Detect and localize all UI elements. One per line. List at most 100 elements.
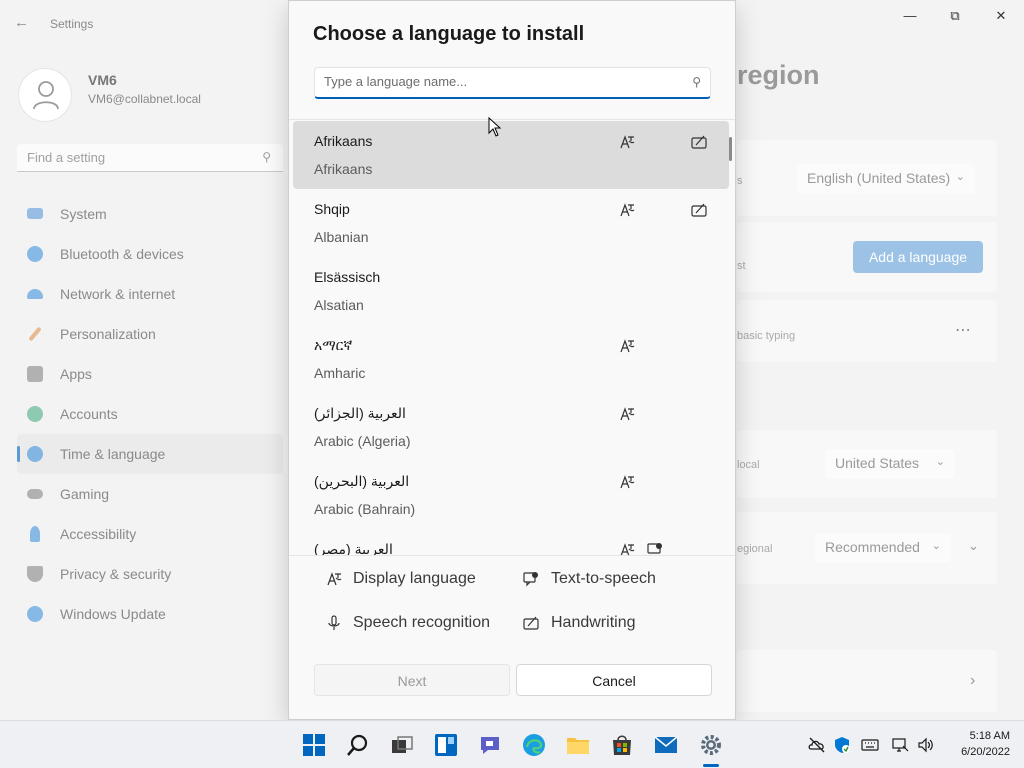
update-icon <box>27 606 43 622</box>
language-row-amharic[interactable]: አማርኛ Amharic <box>293 325 729 393</box>
search-icon: ⚲ <box>692 75 701 89</box>
language-row-afrikaans[interactable]: Afrikaans Afrikaans <box>293 121 729 189</box>
language-english-name: Arabic (Algeria) <box>314 433 411 449</box>
language-row-alsatian[interactable]: Elsässisch Alsatian <box>293 257 729 325</box>
display-language-icon <box>620 475 635 489</box>
language-native-name: Afrikaans <box>314 133 373 149</box>
globe-clock-icon <box>27 446 43 462</box>
close-button[interactable]: ✕ <box>978 8 1024 28</box>
legend-speech-recognition: Speech recognition <box>353 614 490 631</box>
minimize-button[interactable]: — <box>887 8 933 28</box>
bluetooth-icon <box>27 246 43 262</box>
network-icon[interactable] <box>891 736 909 754</box>
country-region-card: local United States ⌄ <box>737 430 997 498</box>
task-view-icon[interactable] <box>390 733 414 757</box>
avatar <box>18 68 72 122</box>
next-button[interactable]: Next <box>314 664 510 696</box>
dropdown-value: United States <box>835 455 920 471</box>
sidebar-item-apps[interactable]: Apps <box>17 354 283 394</box>
chat-icon[interactable] <box>478 733 502 757</box>
clock-time[interactable]: 5:18 AM <box>950 730 1010 742</box>
language-native-name: አማርኛ <box>314 337 353 353</box>
start-icon[interactable] <box>302 733 326 757</box>
sidebar-item-label: System <box>60 206 107 222</box>
cancel-button[interactable]: Cancel <box>516 664 712 696</box>
regional-format-dropdown[interactable]: Recommended ⌄ <box>815 533 951 563</box>
wifi-icon <box>27 289 43 299</box>
microsoft-store-icon[interactable] <box>610 733 634 757</box>
settings-gear-icon[interactable] <box>699 733 723 757</box>
sidebar-item-label: Accounts <box>60 406 118 422</box>
sidebar-item-time-language[interactable]: Time & language <box>17 434 283 474</box>
language-native-name: العربية (الجزائر) <box>314 405 406 421</box>
sidebar-item-network[interactable]: Network & internet <box>17 274 283 314</box>
sidebar-item-system[interactable]: System <box>17 194 283 234</box>
language-english-name: Alsatian <box>314 297 364 313</box>
display-language-icon <box>620 543 635 555</box>
sidebar-item-windows-update[interactable]: Windows Update <box>17 594 283 634</box>
sidebar-item-accounts[interactable]: Accounts <box>17 394 283 434</box>
mail-icon[interactable] <box>654 733 678 757</box>
sidebar-item-bluetooth[interactable]: Bluetooth & devices <box>17 234 283 274</box>
file-explorer-icon[interactable] <box>566 733 590 757</box>
sidebar-item-accessibility[interactable]: Accessibility <box>17 514 283 554</box>
text-to-speech-icon <box>523 572 538 587</box>
divider <box>289 119 735 120</box>
brush-icon <box>28 326 42 342</box>
maximize-button[interactable]: ⧉ <box>932 8 978 28</box>
divider <box>289 555 735 556</box>
language-row-albanian[interactable]: Shqip Albanian <box>293 189 729 257</box>
more-options-icon[interactable]: ⋯ <box>955 320 972 340</box>
security-shield-icon[interactable] <box>833 736 851 754</box>
dropdown-value: English (United States) <box>807 170 951 186</box>
expand-chevron-icon[interactable]: ⌄ <box>968 538 979 554</box>
chevron-down-icon: ⌄ <box>931 540 941 552</box>
clock-date[interactable]: 6/20/2022 <box>940 746 1010 758</box>
legend-text-to-speech: Text-to-speech <box>551 570 656 587</box>
mouse-cursor-icon <box>488 117 502 137</box>
keyboard-icon[interactable] <box>861 736 879 754</box>
sidebar-item-privacy[interactable]: Privacy & security <box>17 554 283 594</box>
volume-icon[interactable] <box>917 736 935 754</box>
back-arrow-icon[interactable]: ← <box>14 14 34 32</box>
widgets-icon[interactable] <box>434 733 458 757</box>
sidebar-search-input[interactable]: Find a setting ⚲ <box>17 144 283 172</box>
user-email: VM6@collabnet.local <box>88 92 201 106</box>
language-english-name: Afrikaans <box>314 161 373 177</box>
related-settings-card[interactable]: › <box>737 650 997 712</box>
apps-icon <box>27 366 43 382</box>
system-icon <box>27 208 43 219</box>
onedrive-offline-icon[interactable] <box>808 736 826 754</box>
page-title: region <box>737 60 820 90</box>
dropdown-value: Recommended <box>825 539 920 555</box>
display-language-dropdown[interactable]: English (United States) ⌄ <box>797 164 975 194</box>
search-icon[interactable] <box>346 733 370 757</box>
sidebar-item-label: Personalization <box>60 326 156 342</box>
language-row-arabic-egypt[interactable]: العربية (مصر) <box>293 529 729 555</box>
edge-browser-icon[interactable] <box>522 733 546 757</box>
language-search-field[interactable]: ⚲ <box>314 67 711 99</box>
language-row-arabic-algeria[interactable]: العربية (الجزائر) Arabic (Algeria) <box>293 393 729 461</box>
text-to-speech-icon <box>647 543 662 554</box>
display-language-icon <box>327 572 342 586</box>
sidebar-item-gaming[interactable]: Gaming <box>17 474 283 514</box>
sidebar-item-personalization[interactable]: Personalization <box>17 314 283 354</box>
country-dropdown[interactable]: United States ⌄ <box>825 449 955 479</box>
add-language-button[interactable]: Add a language <box>853 241 983 273</box>
list-scrollbar[interactable] <box>729 137 732 161</box>
language-search-input[interactable] <box>324 74 674 89</box>
display-language-icon <box>620 135 635 149</box>
microphone-icon <box>328 615 340 630</box>
sidebar-item-label: Time & language <box>60 446 166 462</box>
person-icon <box>27 406 43 422</box>
display-language-icon <box>620 203 635 217</box>
sidebar-item-label: Windows Update <box>60 606 166 622</box>
display-language-icon <box>620 339 635 353</box>
language-list: Afrikaans Afrikaans Shqip Albanian Elsäs… <box>293 121 733 555</box>
sidebar-item-label: Apps <box>60 366 92 382</box>
user-profile[interactable]: VM6 VM6@collabnet.local <box>18 66 278 122</box>
sidebar-item-label: Accessibility <box>60 526 137 542</box>
card-partial-label: local <box>737 459 760 471</box>
language-row-arabic-bahrain[interactable]: العربية (البحرين) Arabic (Bahrain) <box>293 461 729 529</box>
shield-icon <box>27 566 43 582</box>
